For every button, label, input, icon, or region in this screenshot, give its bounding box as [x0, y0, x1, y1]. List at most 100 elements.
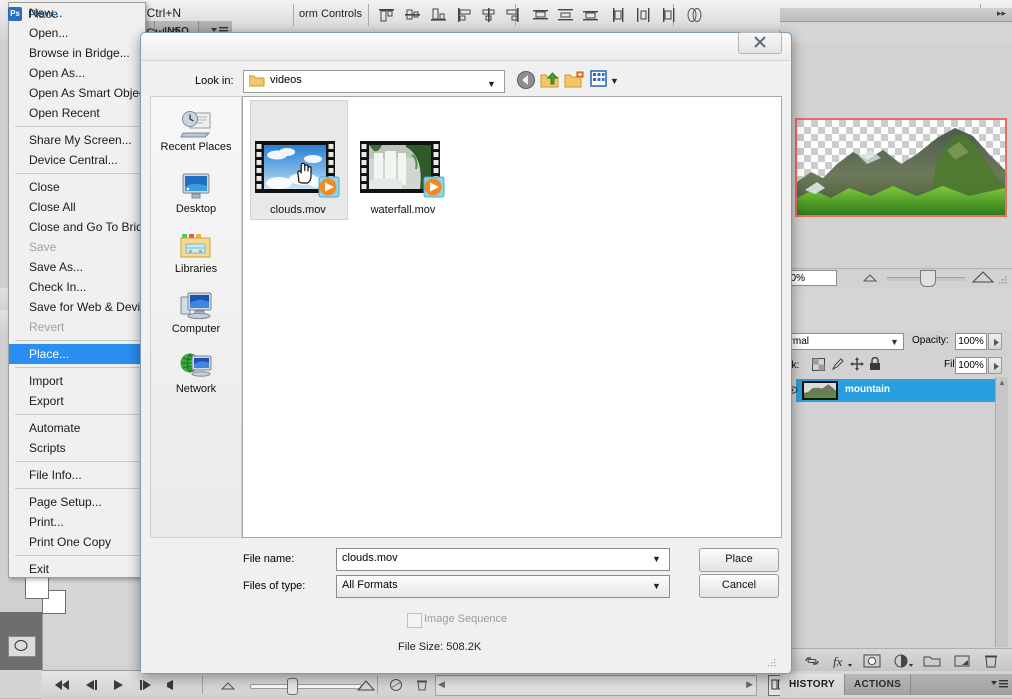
menu-item-open-as-smart-object[interactable]: Open As Smart Object...	[9, 83, 158, 103]
align-bottom-edges-icon[interactable]	[430, 7, 447, 23]
quick-mask-icon[interactable]	[8, 636, 36, 657]
layer-thumbnail[interactable]	[802, 381, 838, 400]
align-right-edges-icon[interactable]	[504, 7, 521, 23]
tab-history[interactable]: HISTORY	[780, 674, 845, 695]
cancel-button[interactable]: Cancel	[699, 574, 779, 598]
lock-position-icon[interactable]	[850, 357, 864, 374]
lock-transparent-pixels-icon[interactable]	[812, 358, 825, 374]
up-one-level-icon[interactable]	[540, 70, 560, 90]
fill-stepper[interactable]	[988, 357, 1002, 374]
layers-scrollbar[interactable]: ▲	[995, 377, 1008, 647]
zoom-in-icon[interactable]	[971, 270, 995, 287]
navigator-zoom-handle[interactable]	[920, 270, 936, 287]
menu-item-open-recent[interactable]: Open Recent	[9, 103, 145, 123]
blend-mode-select[interactable]: ormal	[780, 333, 904, 350]
tab-actions[interactable]: ACTIONS	[845, 674, 912, 695]
image-sequence-checkbox[interactable]	[407, 613, 422, 628]
lock-image-pixels-icon[interactable]	[831, 357, 845, 374]
menu-item-automate[interactable]: Automate	[9, 418, 145, 438]
timeline-zoom-handle[interactable]	[287, 678, 298, 695]
dialog-resize-grip[interactable]	[768, 658, 776, 667]
zoom-out-icon[interactable]	[862, 272, 878, 286]
files-of-type-caret-icon[interactable]: ▼	[652, 581, 661, 591]
list-item[interactable]: waterfall.mov	[353, 135, 453, 216]
layer-mask-icon[interactable]	[862, 654, 882, 668]
audio-icon[interactable]	[162, 678, 182, 692]
back-icon[interactable]	[516, 70, 536, 90]
places-item-computer[interactable]: Computer	[151, 291, 241, 335]
play-icon[interactable]	[108, 678, 128, 692]
chevron-down-icon[interactable]: ▼	[487, 79, 496, 89]
distribute-horizontal-centers-icon[interactable]	[635, 7, 652, 23]
menu-item-save-for-web-devices[interactable]: Save for Web & Devices...	[9, 297, 169, 317]
distribute-top-edges-icon[interactable]	[532, 7, 549, 23]
rewind-icon[interactable]	[52, 678, 72, 692]
distribute-bottom-edges-icon[interactable]	[582, 7, 599, 23]
views-caret-icon[interactable]: ▼	[610, 76, 619, 86]
align-horizontal-centers-icon[interactable]	[480, 7, 497, 23]
menu-item-close-and-go-to-bridge[interactable]: Close and Go To Bridge...	[9, 217, 166, 237]
history-panel-menu-icon[interactable]	[990, 679, 1008, 690]
align-top-edges-icon[interactable]	[378, 7, 395, 23]
menu-item-share-my-screen[interactable]: Share My Screen...	[9, 130, 145, 150]
resize-grip-icon[interactable]	[998, 275, 1008, 288]
delete-frame-icon[interactable]	[412, 678, 432, 692]
link-layers-icon[interactable]	[802, 654, 822, 668]
delete-layer-icon[interactable]	[982, 654, 1002, 668]
navigator-thumbnail[interactable]	[795, 118, 1007, 217]
menu-item-close-all[interactable]: Close All	[9, 197, 145, 217]
next-frame-icon[interactable]	[136, 678, 156, 692]
opacity-input[interactable]: 100%	[955, 333, 987, 350]
opacity-stepper[interactable]	[988, 333, 1002, 350]
places-item-libraries[interactable]: Libraries	[151, 231, 241, 275]
distribute-left-edges-icon[interactable]	[610, 7, 627, 23]
timeline-scrollbar[interactable]: ◀ ▶	[435, 675, 757, 696]
tween-icon[interactable]	[386, 678, 406, 692]
views-icon[interactable]	[590, 70, 610, 90]
menu-item-import[interactable]: Import	[9, 371, 145, 391]
menu-item-save-as[interactable]: Save As...	[9, 257, 145, 277]
new-group-icon[interactable]	[922, 654, 942, 668]
menu-item-file-info[interactable]: File Info...	[9, 465, 145, 485]
menu-item-print[interactable]: Print...	[9, 512, 145, 532]
menu-item-browse-in-bridge[interactable]: Browse in Bridge...	[9, 43, 145, 63]
menu-separator	[15, 414, 139, 415]
menu-item-label: Import	[29, 374, 64, 388]
zoom-in-timeline-icon[interactable]	[356, 678, 376, 692]
collapse-panels-button[interactable]: ▸▸	[780, 8, 1012, 22]
distribute-vertical-centers-icon[interactable]	[557, 7, 574, 23]
file-menu[interactable]: New...Ctrl+NOpen...Ctrl+OBrowse in Bridg…	[8, 2, 181, 579]
menu-item-place[interactable]: Place...	[9, 344, 145, 364]
previous-frame-icon[interactable]	[80, 678, 100, 692]
close-icon[interactable]	[738, 32, 782, 54]
auto-align-layers-icon[interactable]	[686, 7, 703, 23]
menu-item-device-central[interactable]: Device Central...	[9, 150, 145, 170]
fill-input[interactable]: 100%	[955, 357, 987, 374]
align-left-edges-icon[interactable]	[456, 7, 473, 23]
places-item-network[interactable]: Network	[151, 351, 241, 395]
menu-item-page-setup[interactable]: Page Setup...	[9, 492, 145, 512]
menu-item-print-one-copy[interactable]: Print One Copy	[9, 532, 145, 552]
timeline-zoom-slider[interactable]	[250, 684, 362, 689]
distribute-right-edges-icon[interactable]	[660, 7, 677, 23]
adjustment-layer-icon[interactable]	[892, 654, 913, 668]
menu-item-exit[interactable]: Exit	[9, 559, 145, 579]
align-vertical-centers-icon[interactable]	[404, 7, 421, 23]
menu-item-export[interactable]: Export	[9, 391, 145, 411]
menu-item-shortcut: Ctrl+N	[146, 6, 181, 20]
menu-item-close[interactable]: Close	[9, 177, 145, 197]
menu-item-open[interactable]: Open...Ctrl+O	[9, 23, 181, 43]
blend-mode-caret-icon[interactable]: ▼	[890, 337, 899, 347]
file-name-caret-icon[interactable]: ▼	[652, 554, 661, 564]
place-button[interactable]: Place	[699, 548, 779, 572]
menu-item-scripts[interactable]: Scripts	[9, 438, 145, 458]
menu-item-open-as[interactable]: Open As...	[9, 63, 145, 83]
layer-style-fx-icon[interactable]: fx	[832, 654, 852, 669]
create-new-folder-icon[interactable]	[564, 70, 584, 90]
zoom-out-timeline-icon[interactable]	[218, 678, 238, 692]
menu-item-check-in[interactable]: Check In...	[9, 277, 145, 297]
places-item-desktop[interactable]: Desktop	[151, 171, 241, 215]
lock-all-icon[interactable]	[869, 356, 881, 374]
places-item-recent-places[interactable]: Recent Places	[151, 109, 241, 153]
new-layer-icon[interactable]	[952, 654, 972, 668]
